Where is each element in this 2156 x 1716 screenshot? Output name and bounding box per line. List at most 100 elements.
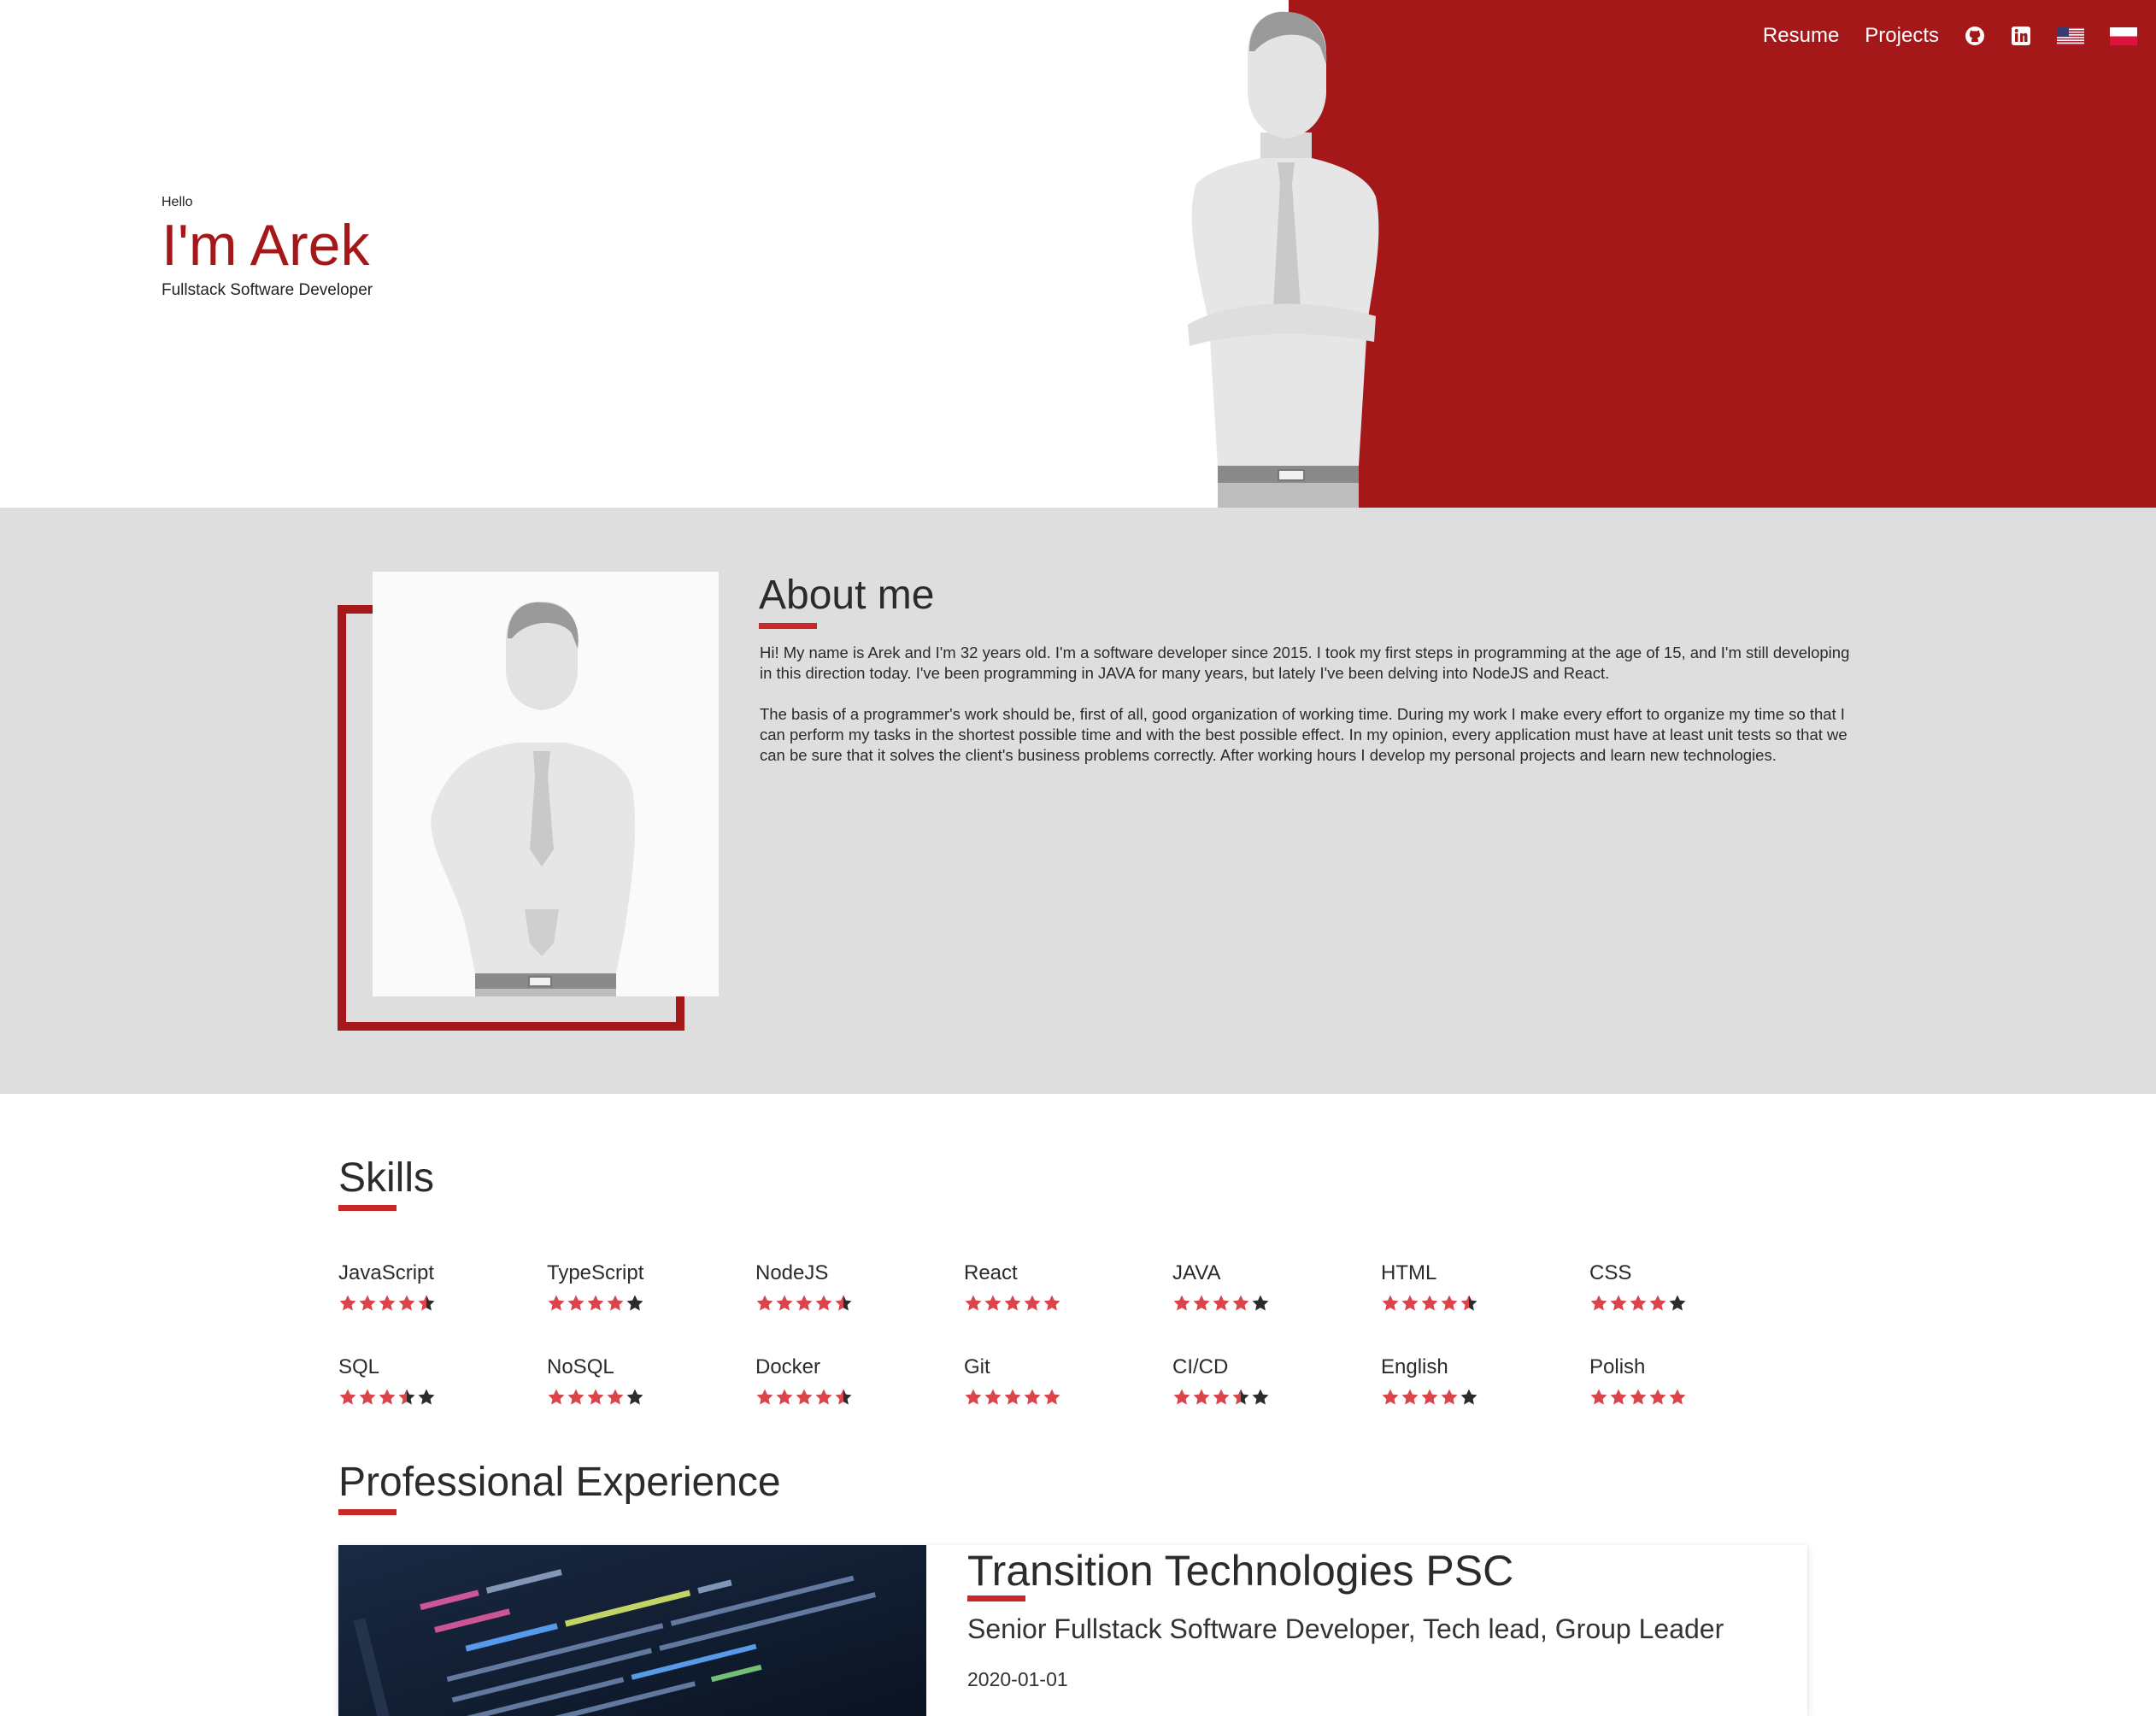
star-icon	[1441, 1295, 1458, 1311]
star-icon	[776, 1295, 793, 1311]
skill-name: JavaScript	[338, 1261, 435, 1284]
skill-name: SQL	[338, 1355, 380, 1378]
github-icon[interactable]	[1965, 26, 1985, 46]
hero-greeting: Hello	[162, 195, 193, 209]
star-icon	[776, 1389, 793, 1405]
star-icon	[379, 1295, 396, 1311]
skill-rating	[1381, 1294, 1589, 1313]
experience-code-image	[338, 1545, 926, 1716]
star-icon	[607, 1295, 624, 1311]
hero-section: Hello I'm Arek Fullstack Software Develo…	[0, 0, 2156, 508]
star-icon	[1590, 1295, 1607, 1311]
star-icon	[1401, 1389, 1419, 1405]
star-icon	[1421, 1295, 1438, 1311]
skills-grid: JavaScript TypeScript NodeJS React JAVA HTML C…	[338, 1261, 1791, 1407]
skill-item: JAVA	[1172, 1261, 1381, 1313]
star-icon	[1043, 1295, 1060, 1311]
skill-item: CSS	[1589, 1261, 1798, 1313]
nav-projects-link[interactable]: Projects	[1865, 24, 1939, 48]
star-icon	[567, 1389, 585, 1405]
star-icon	[626, 1389, 643, 1405]
star-icon	[359, 1295, 376, 1311]
skill-name: React	[964, 1261, 1018, 1284]
star-icon	[418, 1389, 435, 1405]
us-flag-icon[interactable]	[2057, 26, 2084, 45]
star-icon	[587, 1389, 604, 1405]
star-icon	[1173, 1295, 1190, 1311]
star-icon	[379, 1389, 396, 1405]
star-icon	[548, 1389, 565, 1405]
star-icon	[1630, 1389, 1647, 1405]
skill-name: NoSQL	[547, 1355, 614, 1378]
skill-item: Git	[964, 1355, 1172, 1407]
experience-title: Professional Experience	[338, 1460, 781, 1505]
about-paragraph: Hi! My name is Arek and I'm 32 years old…	[760, 644, 1850, 682]
star-icon	[1610, 1295, 1627, 1311]
top-nav: Resume Projects	[1763, 24, 2137, 48]
star-icon	[1213, 1389, 1230, 1405]
star-icon	[1213, 1295, 1230, 1311]
skill-item: CI/CD	[1172, 1355, 1381, 1407]
skill-rating	[964, 1294, 1172, 1313]
skill-name: English	[1381, 1355, 1448, 1378]
linkedin-icon[interactable]	[2011, 26, 2031, 46]
star-icon	[984, 1389, 1002, 1405]
star-icon	[607, 1389, 624, 1405]
about-photo	[373, 572, 719, 996]
skill-name: NodeJS	[755, 1261, 829, 1284]
star-icon	[1669, 1295, 1686, 1311]
about-paragraph: The basis of a programmer's work should …	[760, 705, 1848, 764]
skill-rating	[964, 1388, 1172, 1407]
about-title-underline	[759, 623, 817, 629]
skill-item: JavaScript	[338, 1261, 547, 1313]
skill-rating	[755, 1294, 964, 1313]
skill-item: SQL	[338, 1355, 547, 1407]
star-icon	[1232, 1295, 1249, 1311]
skill-name: Git	[964, 1355, 990, 1378]
star-icon	[398, 1295, 415, 1311]
skill-item: Polish	[1589, 1355, 1798, 1407]
skill-item: TypeScript	[547, 1261, 755, 1313]
star-icon	[418, 1295, 435, 1311]
star-icon	[1630, 1295, 1647, 1311]
star-icon	[1004, 1295, 1021, 1311]
star-icon	[1441, 1389, 1458, 1405]
nav-resume-link[interactable]: Resume	[1763, 24, 1839, 48]
about-section	[0, 508, 2156, 1094]
star-icon	[548, 1295, 565, 1311]
skill-rating	[1589, 1294, 1798, 1313]
about-title: About me	[759, 573, 935, 618]
skill-item: NoSQL	[547, 1355, 755, 1407]
skill-item: English	[1381, 1355, 1589, 1407]
star-icon	[1004, 1389, 1021, 1405]
experience-card[interactable]: Transition Technologies PSC Senior Fulls…	[338, 1545, 1807, 1716]
about-text: Hi! My name is Arek and I'm 32 years old…	[760, 643, 1853, 786]
star-icon	[359, 1389, 376, 1405]
star-icon	[1401, 1295, 1419, 1311]
star-icon	[796, 1295, 813, 1311]
hero-intro: Hello I'm Arek Fullstack Software Develo…	[162, 195, 373, 300]
star-icon	[1024, 1295, 1041, 1311]
star-icon	[984, 1295, 1002, 1311]
star-icon	[1460, 1389, 1477, 1405]
star-icon	[965, 1389, 982, 1405]
skill-rating	[1381, 1388, 1589, 1407]
experience-company-underline	[967, 1596, 1025, 1601]
skill-name: CSS	[1589, 1261, 1632, 1284]
skill-rating	[1172, 1388, 1381, 1407]
star-icon	[1382, 1295, 1399, 1311]
star-icon	[1252, 1295, 1269, 1311]
star-icon	[1590, 1389, 1607, 1405]
star-icon	[1232, 1389, 1249, 1405]
skill-rating	[1589, 1388, 1798, 1407]
star-icon	[756, 1295, 773, 1311]
star-icon	[339, 1295, 356, 1311]
star-icon	[1649, 1295, 1666, 1311]
star-icon	[567, 1295, 585, 1311]
pl-flag-icon[interactable]	[2110, 26, 2137, 45]
star-icon	[1024, 1389, 1041, 1405]
star-icon	[1252, 1389, 1269, 1405]
skill-name: Polish	[1589, 1355, 1646, 1378]
star-icon	[1193, 1389, 1210, 1405]
skill-name: HTML	[1381, 1261, 1437, 1284]
